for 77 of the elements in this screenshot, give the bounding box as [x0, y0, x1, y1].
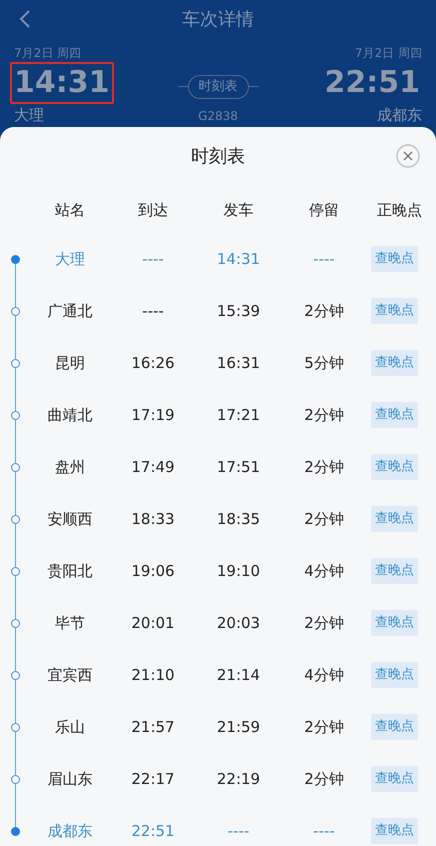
stay-cell-text: 2分钟	[304, 508, 344, 530]
sheet-title: 时刻表	[191, 144, 245, 168]
departure-date: 7月2日 周四	[14, 45, 82, 62]
arrival-cell-text: 16:26	[131, 352, 175, 374]
arrival-cell-text: 22:17	[131, 768, 175, 790]
column-header: 到达	[138, 200, 168, 221]
check-delay-button[interactable]: 查晚点	[371, 298, 418, 324]
check-delay-button[interactable]: 查晚点	[371, 350, 418, 376]
train-number: G2838	[198, 108, 238, 124]
departure-cell-text: 14:31	[216, 248, 260, 270]
departure-cell-text: ----	[228, 820, 250, 842]
departure-cell-text: 20:03	[216, 612, 260, 634]
column-header: 停留	[309, 200, 339, 221]
arrival-cell-text: 17:49	[131, 456, 175, 478]
stay-cell-text: 4分钟	[304, 664, 344, 686]
column-header: 发车	[224, 200, 254, 221]
station-name: 乐山	[55, 716, 85, 738]
back-icon[interactable]	[18, 9, 32, 29]
station-name: 贵阳北	[48, 560, 92, 582]
departure-cell-text: 22:19	[216, 768, 260, 790]
station-name: 盘州	[55, 456, 85, 478]
check-delay-button[interactable]: 查晚点	[371, 246, 418, 272]
arrival-cell-text: 22:51	[131, 820, 175, 842]
station-name: 昆明	[55, 352, 85, 374]
check-delay-button[interactable]: 查晚点	[371, 818, 418, 844]
departure-cell-text: 19:10	[216, 560, 260, 582]
stay-cell-text: 2分钟	[304, 768, 344, 790]
departure-time: 14:31	[10, 62, 114, 104]
check-delay-button[interactable]: 查晚点	[371, 454, 418, 480]
stay-cell-text: 4分钟	[304, 560, 344, 582]
station-name: 曲靖北	[48, 404, 92, 426]
page-title: 车次详情	[182, 8, 255, 32]
departure-cell-text: 15:39	[216, 300, 260, 322]
arrival-cell-text: 18:33	[131, 508, 175, 530]
check-delay-button[interactable]: 查晚点	[371, 714, 418, 740]
arrival-station: 成都东	[377, 105, 422, 126]
timetable-button[interactable]: 时刻表	[188, 75, 248, 98]
station-name: 大理	[55, 248, 85, 270]
check-delay-button[interactable]: 查晚点	[371, 558, 418, 584]
arrival-cell-text: 20:01	[131, 612, 175, 634]
stay-cell-text: ----	[313, 820, 335, 842]
close-icon[interactable]	[396, 144, 420, 168]
station-name: 广通北	[48, 300, 92, 322]
departure-cell-text: 16:31	[216, 352, 260, 374]
arrival-time: 22:51	[324, 64, 421, 102]
arrival-cell-text: ----	[142, 248, 164, 270]
departure-cell-text: 17:21	[216, 404, 260, 426]
stay-cell-text: 2分钟	[304, 300, 344, 322]
stay-cell-text: 2分钟	[304, 612, 344, 634]
arrival-date: 7月2日 周四	[354, 45, 422, 62]
check-delay-button[interactable]: 查晚点	[371, 402, 418, 428]
stay-cell-text: 5分钟	[304, 352, 344, 374]
check-delay-button[interactable]: 查晚点	[371, 662, 418, 688]
check-delay-button[interactable]: 查晚点	[371, 766, 418, 792]
stay-cell-text: 2分钟	[304, 716, 344, 738]
check-delay-button[interactable]: 查晚点	[371, 610, 418, 636]
column-header: 站名	[55, 200, 85, 221]
departure-cell-text: 17:51	[216, 456, 260, 478]
departure-station: 大理	[14, 105, 44, 126]
departure-cell-text: 21:59	[216, 716, 260, 738]
station-name: 毕节	[55, 612, 85, 634]
stay-cell-text: 2分钟	[304, 456, 344, 478]
stay-cell-text: 2分钟	[304, 404, 344, 426]
arrival-cell-text: 17:19	[131, 404, 175, 426]
station-name: 成都东	[48, 820, 92, 842]
station-name: 眉山东	[48, 768, 92, 790]
station-name: 安顺西	[48, 508, 92, 530]
departure-cell-text: 21:14	[216, 664, 260, 686]
station-name: 宜宾西	[48, 664, 92, 686]
column-header: 正晚点	[377, 200, 422, 221]
arrival-cell-text: ----	[142, 300, 164, 322]
stay-cell-text: ----	[313, 248, 335, 270]
arrival-cell-text: 21:57	[131, 716, 175, 738]
arrival-cell-text: 19:06	[131, 560, 175, 582]
check-delay-button[interactable]: 查晚点	[371, 506, 418, 532]
arrival-cell-text: 21:10	[131, 664, 175, 686]
departure-cell-text: 18:35	[216, 508, 260, 530]
